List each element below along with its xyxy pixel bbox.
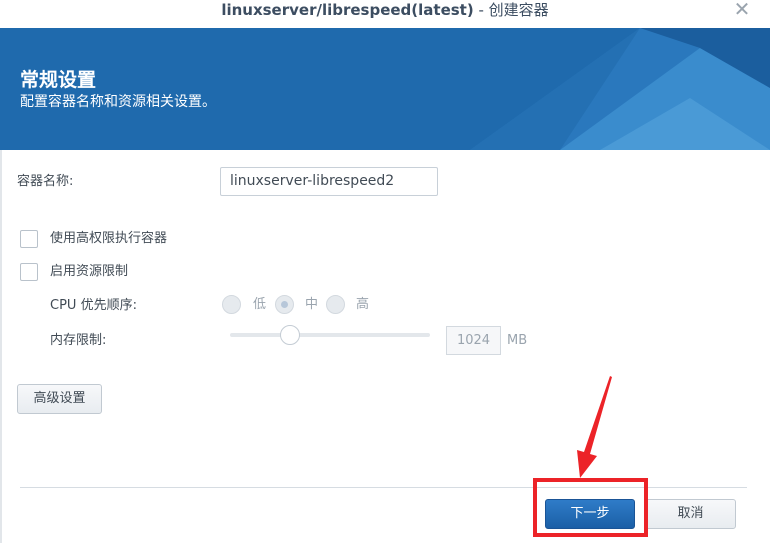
memory-slider-track[interactable] bbox=[230, 333, 430, 337]
memory-limit-label: 内存限制: bbox=[50, 333, 107, 348]
window-title: linuxserver/librespeed(latest) - 创建容器 bbox=[0, 0, 770, 20]
advanced-settings-button[interactable]: 高级设置 bbox=[17, 384, 102, 414]
cpu-priority-label: CPU 优先顺序: bbox=[50, 298, 137, 313]
next-button-highlight-box bbox=[533, 478, 648, 537]
cpu-priority-low-radio[interactable] bbox=[222, 295, 241, 314]
banner-background-graphic bbox=[0, 28, 770, 150]
banner-subtitle: 配置容器名称和资源相关设置。 bbox=[20, 94, 216, 110]
left-edge-divider bbox=[0, 150, 2, 543]
container-name-input[interactable]: linuxserver-librespeed2 bbox=[220, 167, 438, 196]
resource-limit-checkbox[interactable] bbox=[20, 263, 38, 281]
cpu-priority-low-label: 低 bbox=[253, 297, 267, 312]
cpu-priority-medium-radio[interactable] bbox=[275, 295, 294, 314]
memory-slider-thumb[interactable] bbox=[280, 325, 300, 345]
resource-limit-label: 启用资源限制 bbox=[50, 264, 129, 279]
cpu-priority-high-radio[interactable] bbox=[326, 295, 345, 314]
cancel-button[interactable]: 取消 bbox=[645, 499, 736, 529]
red-arrow-annotation bbox=[577, 376, 612, 478]
privileged-label: 使用高权限执行容器 bbox=[50, 231, 168, 246]
close-icon[interactable]: ✕ bbox=[731, 0, 753, 21]
memory-unit-label: MB bbox=[507, 333, 528, 348]
memory-limit-input[interactable]: 1024 bbox=[446, 326, 501, 355]
container-name-label: 容器名称: bbox=[17, 174, 74, 189]
cpu-priority-medium-label: 中 bbox=[305, 297, 319, 312]
window-title-image: linuxserver/librespeed(latest) bbox=[221, 1, 474, 19]
create-container-dialog: linuxserver/librespeed(latest) - 创建容器 ✕ … bbox=[0, 0, 770, 543]
banner-title: 常规设置 bbox=[20, 69, 97, 91]
header-banner: 常规设置 配置容器名称和资源相关设置。 bbox=[0, 28, 770, 150]
title-bar: linuxserver/librespeed(latest) - 创建容器 ✕ bbox=[0, 0, 770, 28]
privileged-checkbox[interactable] bbox=[20, 230, 38, 248]
window-title-suffix: - 创建容器 bbox=[473, 1, 549, 19]
cpu-priority-high-label: 高 bbox=[356, 297, 370, 312]
